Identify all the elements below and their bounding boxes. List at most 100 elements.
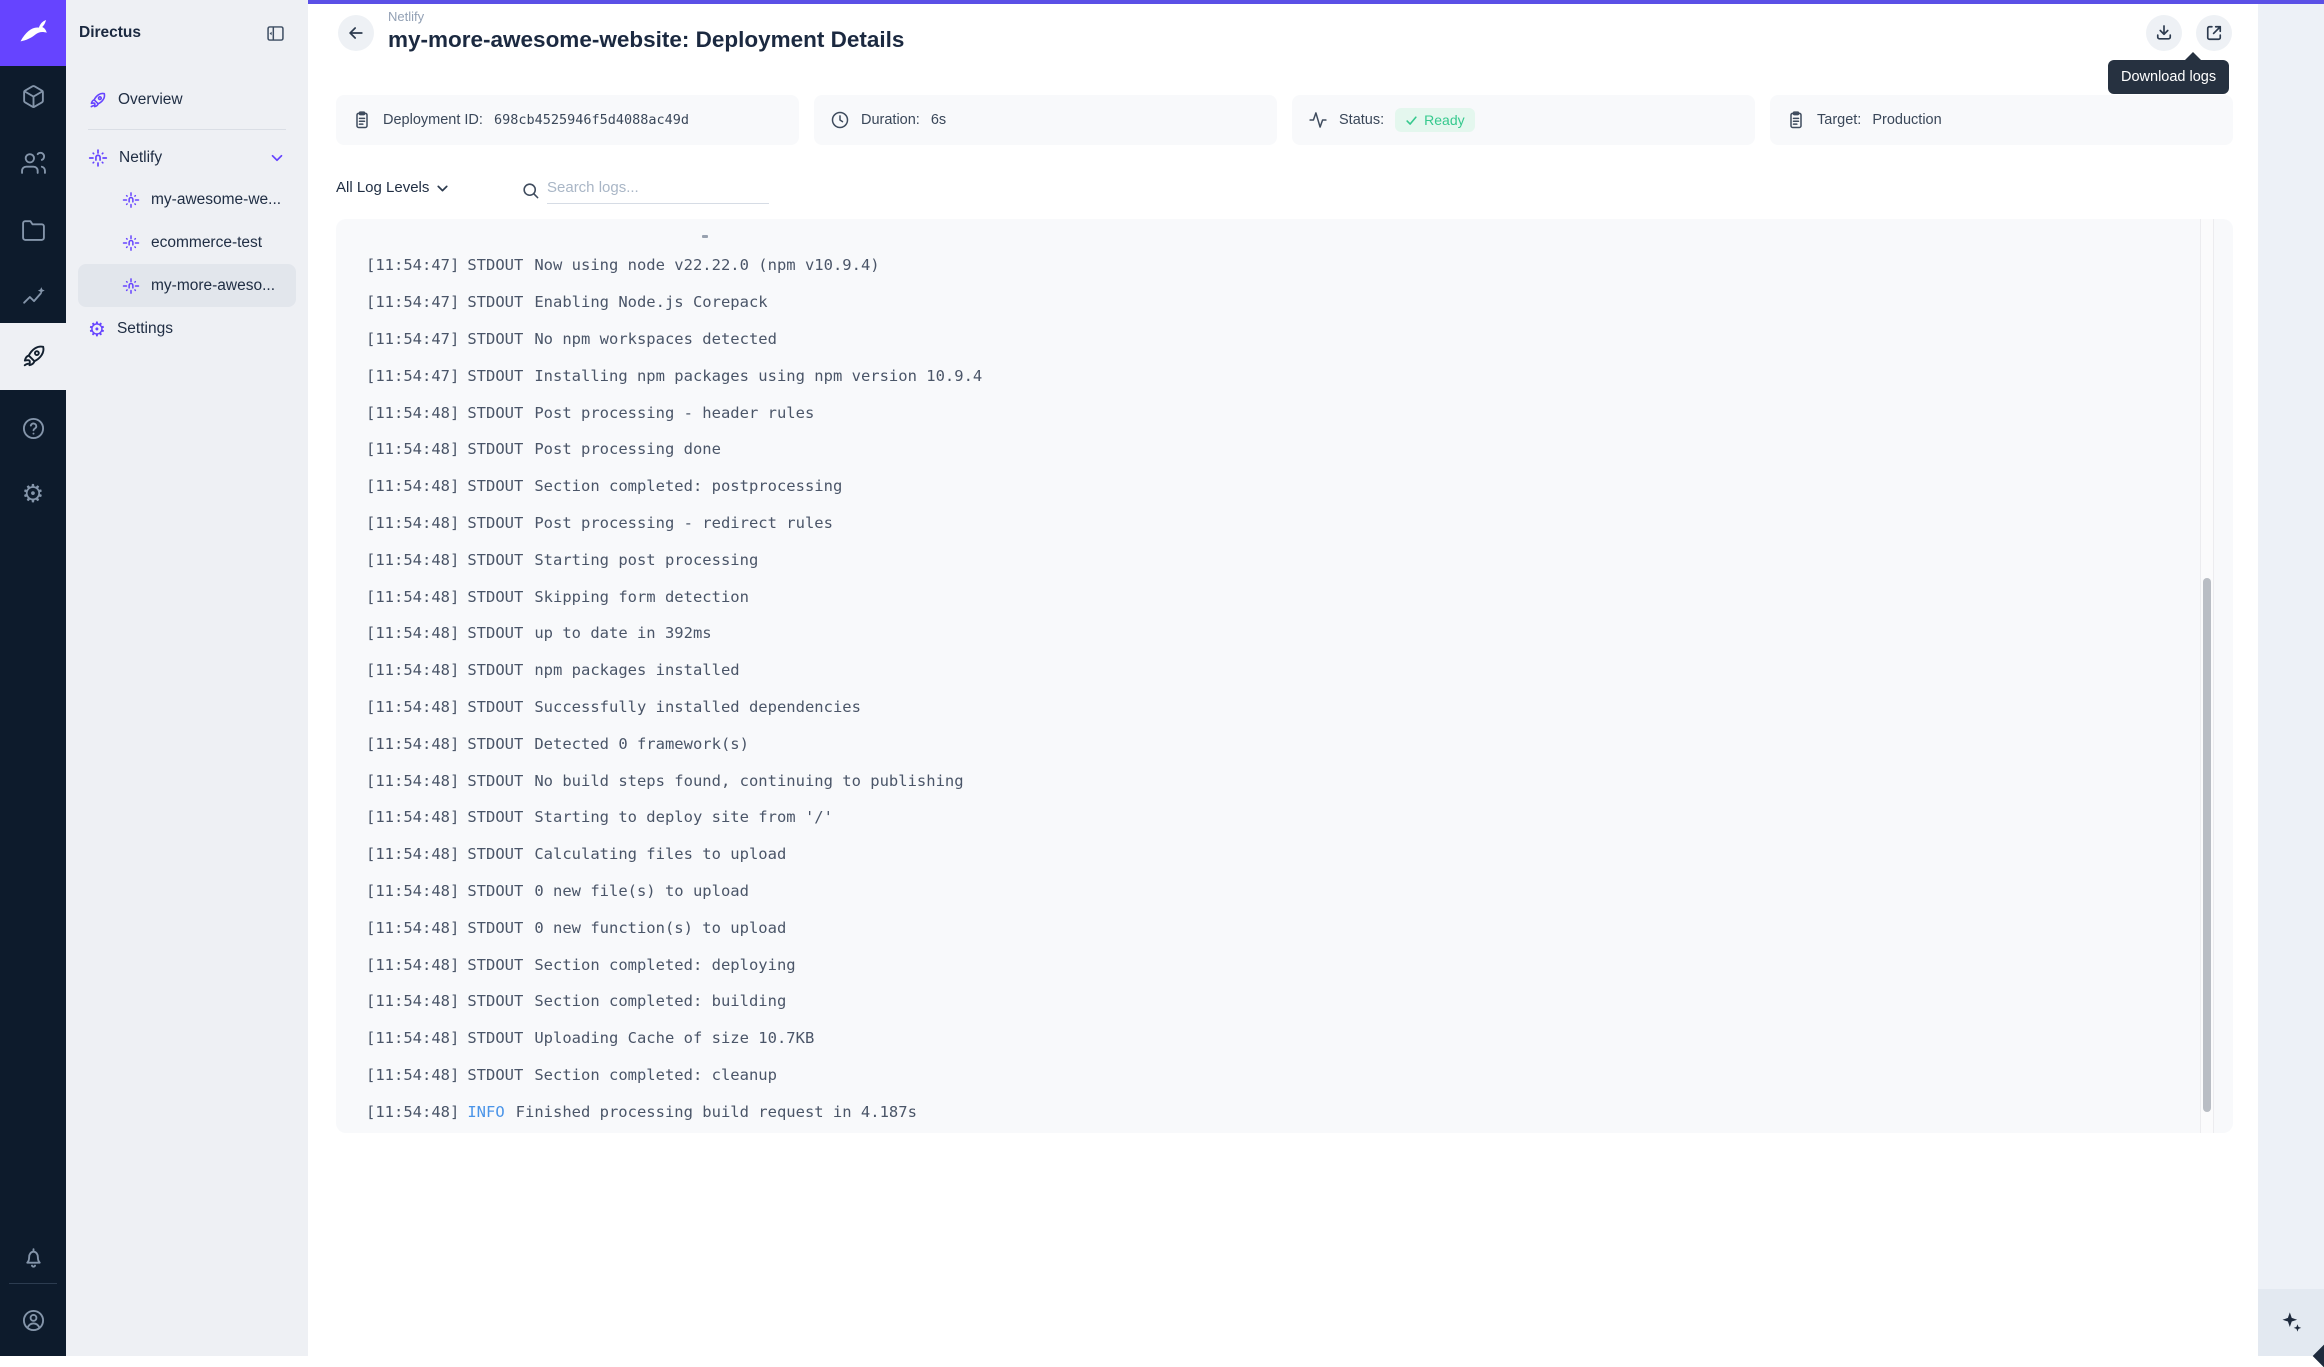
log-time: [11:54:48] [366, 992, 459, 1010]
log-message: Finished processing build request in 4.1… [516, 1103, 917, 1121]
sidebar-item-label: Overview [118, 91, 183, 109]
log-message: Calculating files to upload [534, 845, 786, 863]
directus-logo[interactable] [0, 0, 66, 66]
card-label: Duration: [861, 112, 920, 128]
log-message: Post processing done [534, 440, 721, 458]
log-row: [11:54:48]STDOUTnpm packages installed [366, 652, 2193, 689]
log-message: Section completed: postprocessing [534, 477, 842, 495]
log-time: [11:54:48] [366, 735, 459, 753]
rail-divider [9, 1283, 57, 1284]
log-level: STDOUT [467, 735, 523, 753]
log-row: [11:54:48]STDOUTNo build steps found, co… [366, 762, 2193, 799]
folder-icon [21, 218, 46, 243]
sidebar-item-settings[interactable]: ⚙ Settings [78, 307, 296, 350]
module-netlify-active[interactable] [0, 323, 66, 390]
back-button[interactable] [338, 15, 374, 51]
download-logs-tooltip: Download logs [2108, 60, 2229, 94]
netlify-icon [122, 191, 140, 209]
user-menu-button[interactable] [0, 1294, 66, 1346]
log-time: [11:54:48] [366, 440, 459, 458]
log-row: [11:54:47]STDOUTEnabling Node.js Corepac… [366, 284, 2193, 321]
notifications-button[interactable] [0, 1232, 66, 1284]
log-message: Section completed: building [534, 992, 786, 1010]
log-row: [11:54:48]STDOUTPost processing - header… [366, 394, 2193, 431]
module-users[interactable] [0, 137, 66, 189]
log-level-select[interactable]: All Log Levels [336, 178, 451, 197]
clipboard-icon [352, 110, 372, 130]
log-level: INFO [467, 1103, 504, 1121]
sidebar-item-overview[interactable]: Overview [78, 80, 296, 120]
log-message: 0 new function(s) to upload [534, 919, 786, 937]
collapse-sidebar-icon[interactable] [265, 23, 286, 44]
log-level: STDOUT [467, 882, 523, 900]
log-level: STDOUT [467, 404, 523, 422]
gear-icon: ⚙ [88, 319, 106, 339]
log-message: npm packages installed [534, 661, 739, 679]
log-level: STDOUT [467, 698, 523, 716]
log-message: up to date in 392ms [534, 624, 711, 642]
log-row: [11:54:48] STDOUT Section completed: build… [366, 983, 2193, 1020]
log-message: 0 new file(s) to upload [534, 882, 749, 900]
log-time: [11:54:48] [366, 808, 459, 826]
log-row: [11:54:47]STDOUTNo npm workspaces detect… [366, 321, 2193, 358]
log-time: [11:54:48] [366, 661, 459, 679]
search-icon [521, 181, 540, 200]
log-level: STDOUT [467, 477, 523, 495]
log-row: [11:54:48] STDOUT Section completed: clean… [366, 1057, 2193, 1094]
log-row: [11:54:48]STDOUTup to date in 392ms [366, 615, 2193, 652]
sidebar-item-my-more-awesome-website[interactable]: my-more-aweso... [78, 264, 296, 307]
right-sidebar-rail [2258, 0, 2324, 1356]
log-message: Starting to deploy site from '/' [534, 808, 833, 826]
clipped-line-fragment [702, 235, 708, 238]
log-level: STDOUT [467, 1029, 523, 1047]
module-insights[interactable] [0, 271, 66, 323]
log-row: [11:54:48]STDOUTCalculating files to upl… [366, 836, 2193, 873]
log-message: Section completed: deploying [534, 956, 795, 974]
log-time: [11:54:48] [366, 1103, 459, 1121]
log-time: [11:54:47] [366, 330, 459, 348]
module-help[interactable] [0, 402, 66, 454]
main-content: Netlify my-more-awesome-website: Deploym… [308, 0, 2258, 1356]
log-time: [11:54:48] [366, 1066, 459, 1084]
log-time: [11:54:48] [366, 1029, 459, 1047]
log-message: Installing npm packages using npm versio… [534, 367, 982, 385]
log-level: STDOUT [467, 1066, 523, 1084]
activity-icon [1308, 110, 1328, 130]
title-block: Netlify my-more-awesome-website: Deploym… [388, 9, 904, 53]
module-files[interactable] [0, 204, 66, 256]
download-logs-button[interactable] [2146, 15, 2182, 51]
log-level: STDOUT [467, 992, 523, 1010]
chevron-down-icon[interactable] [268, 149, 286, 167]
module-settings[interactable]: ⚙ [0, 467, 66, 519]
log-row: [11:54:47]STDOUTNow using node v22.22.0 … [366, 247, 2193, 284]
module-bar: ⚙ [0, 0, 66, 1356]
log-scrollbar-track[interactable] [2200, 219, 2214, 1133]
log-time: [11:54:48] [366, 882, 459, 900]
log-message: Uploading Cache of size 10.7KB [534, 1029, 814, 1047]
clock-icon [830, 110, 850, 130]
search-logs-input[interactable] [547, 179, 769, 204]
log-level: STDOUT [467, 919, 523, 937]
sidebar-item-netlify[interactable]: Netlify [78, 138, 296, 178]
log-time: [11:54:48] [366, 956, 459, 974]
log-message: Enabling Node.js Corepack [534, 293, 767, 311]
tooltip-arrow [2185, 52, 2201, 60]
ai-assistant-button[interactable] [2258, 1289, 2324, 1356]
download-icon [2154, 23, 2174, 43]
log-message: Now using node v22.22.0 (npm v10.9.4) [534, 256, 879, 274]
deployment-id-value: 698cb4525946f5d4088ac49d [494, 112, 689, 128]
users-icon [21, 151, 46, 176]
log-row: [11:54:48]STDOUTSection completed: postp… [366, 468, 2193, 505]
open-site-button[interactable] [2196, 15, 2232, 51]
check-icon [1405, 114, 1418, 127]
log-message: Section completed: cleanup [534, 1066, 777, 1084]
module-content[interactable] [0, 70, 66, 122]
page-title: my-more-awesome-website: Deployment Deta… [388, 27, 904, 53]
log-scrollbar-thumb[interactable] [2203, 578, 2211, 1112]
log-time: [11:54:48] [366, 588, 459, 606]
log-message: Skipping form detection [534, 588, 749, 606]
navigation-sidebar: Directus Overview Netlify [66, 0, 308, 1356]
status-value: Ready [1424, 112, 1464, 128]
sidebar-item-my-awesome-website[interactable]: my-awesome-we... [78, 178, 296, 221]
sidebar-item-ecommerce-test[interactable]: ecommerce-test [78, 221, 296, 264]
